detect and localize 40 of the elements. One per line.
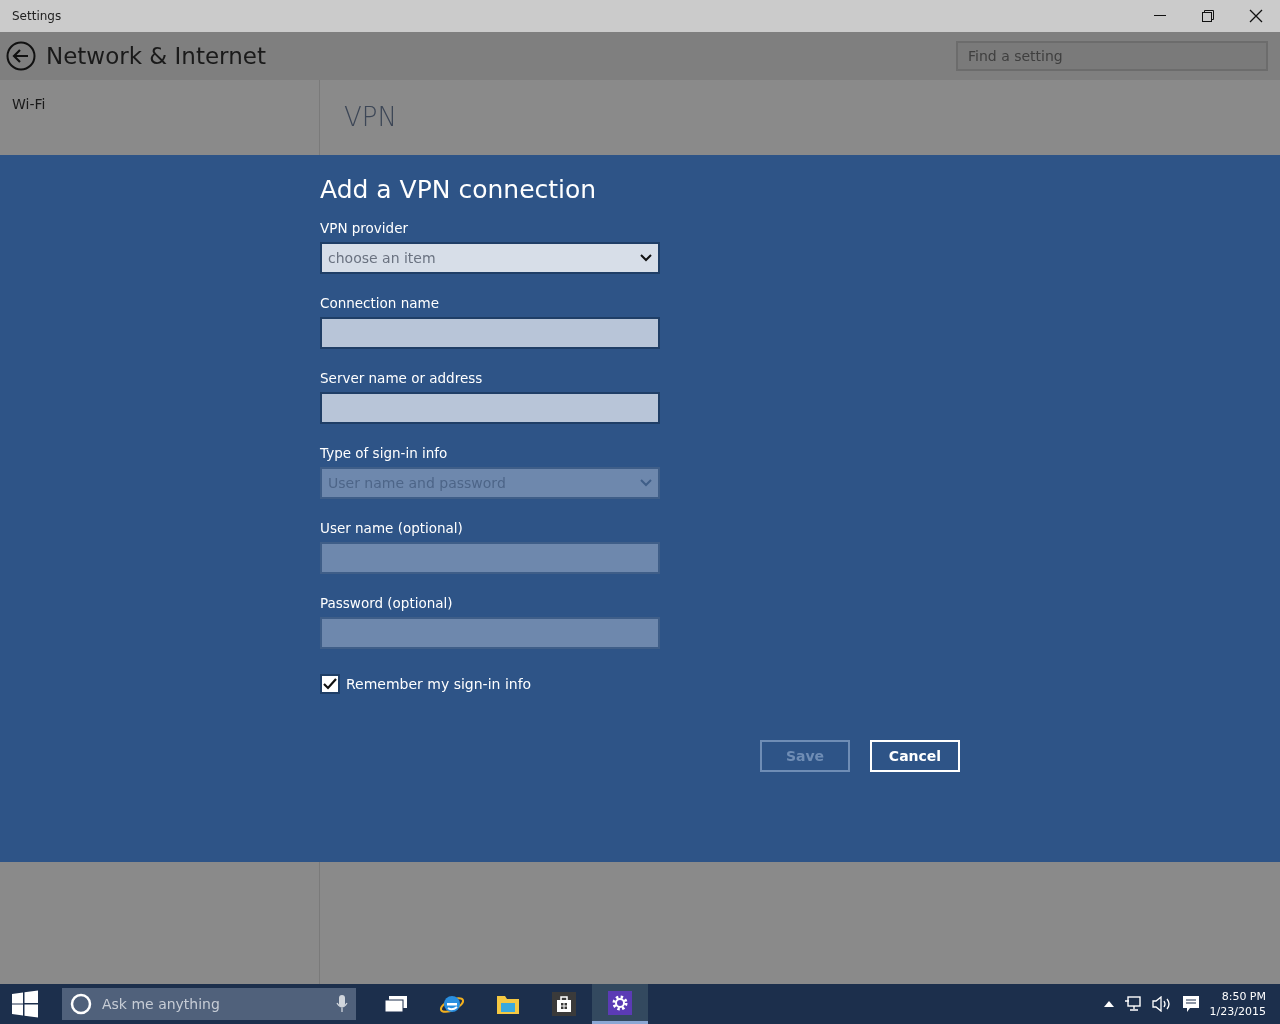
clock-date[interactable]: 1/23/2015 bbox=[1209, 1004, 1266, 1019]
checkbox[interactable] bbox=[320, 674, 340, 694]
checkbox-label: Remember my sign-in info bbox=[346, 676, 532, 692]
page-heading: Network & Internet bbox=[46, 43, 267, 69]
restore-icon bbox=[1202, 10, 1214, 22]
window-title: Settings bbox=[12, 9, 63, 23]
clock-time[interactable]: 8:50 PM bbox=[1221, 989, 1266, 1004]
taskbar-app[interactable] bbox=[592, 984, 648, 1024]
chevron-down-icon bbox=[640, 254, 652, 262]
shopping-bag-icon bbox=[552, 992, 576, 1016]
microphone-icon[interactable] bbox=[336, 994, 348, 1014]
circle-icon bbox=[70, 993, 92, 1015]
windows-logo-icon bbox=[11, 990, 39, 1018]
minimize-icon bbox=[1154, 15, 1166, 17]
search-field[interactable]: Find a setting bbox=[956, 41, 1268, 71]
field-label: User name (optional) bbox=[320, 520, 464, 536]
field-label: VPN provider bbox=[320, 220, 409, 236]
input-field[interactable] bbox=[320, 392, 660, 424]
notification-icon[interactable] bbox=[1181, 995, 1200, 1013]
field-label: Password (optional) bbox=[320, 595, 454, 611]
dialog-title: Add a VPN connection bbox=[320, 175, 598, 204]
search-input[interactable]: Ask me anything bbox=[100, 995, 328, 1013]
section-title: VPN bbox=[344, 102, 397, 132]
field-label: Type of sign-in info bbox=[320, 445, 449, 461]
chevron-down-icon bbox=[640, 479, 652, 487]
folder-icon bbox=[496, 993, 520, 1015]
field-label: Connection name bbox=[320, 295, 440, 311]
windows-icon bbox=[384, 995, 408, 1013]
input-field[interactable] bbox=[320, 317, 660, 349]
search-box[interactable]: Ask me anything bbox=[62, 988, 356, 1020]
network-icon[interactable] bbox=[1123, 996, 1142, 1012]
close-icon bbox=[1249, 9, 1263, 23]
sidebar-item[interactable]: Wi-Fi bbox=[12, 96, 46, 112]
settings-icon bbox=[608, 990, 632, 1015]
caret-up-icon[interactable] bbox=[1103, 1001, 1114, 1007]
dropdown[interactable]: choose an item bbox=[320, 242, 660, 274]
field-label: Server name or address bbox=[320, 370, 484, 386]
volume-icon[interactable] bbox=[1151, 996, 1172, 1012]
back-icon[interactable] bbox=[6, 41, 36, 71]
dialog-button[interactable]: Cancel bbox=[870, 740, 960, 772]
